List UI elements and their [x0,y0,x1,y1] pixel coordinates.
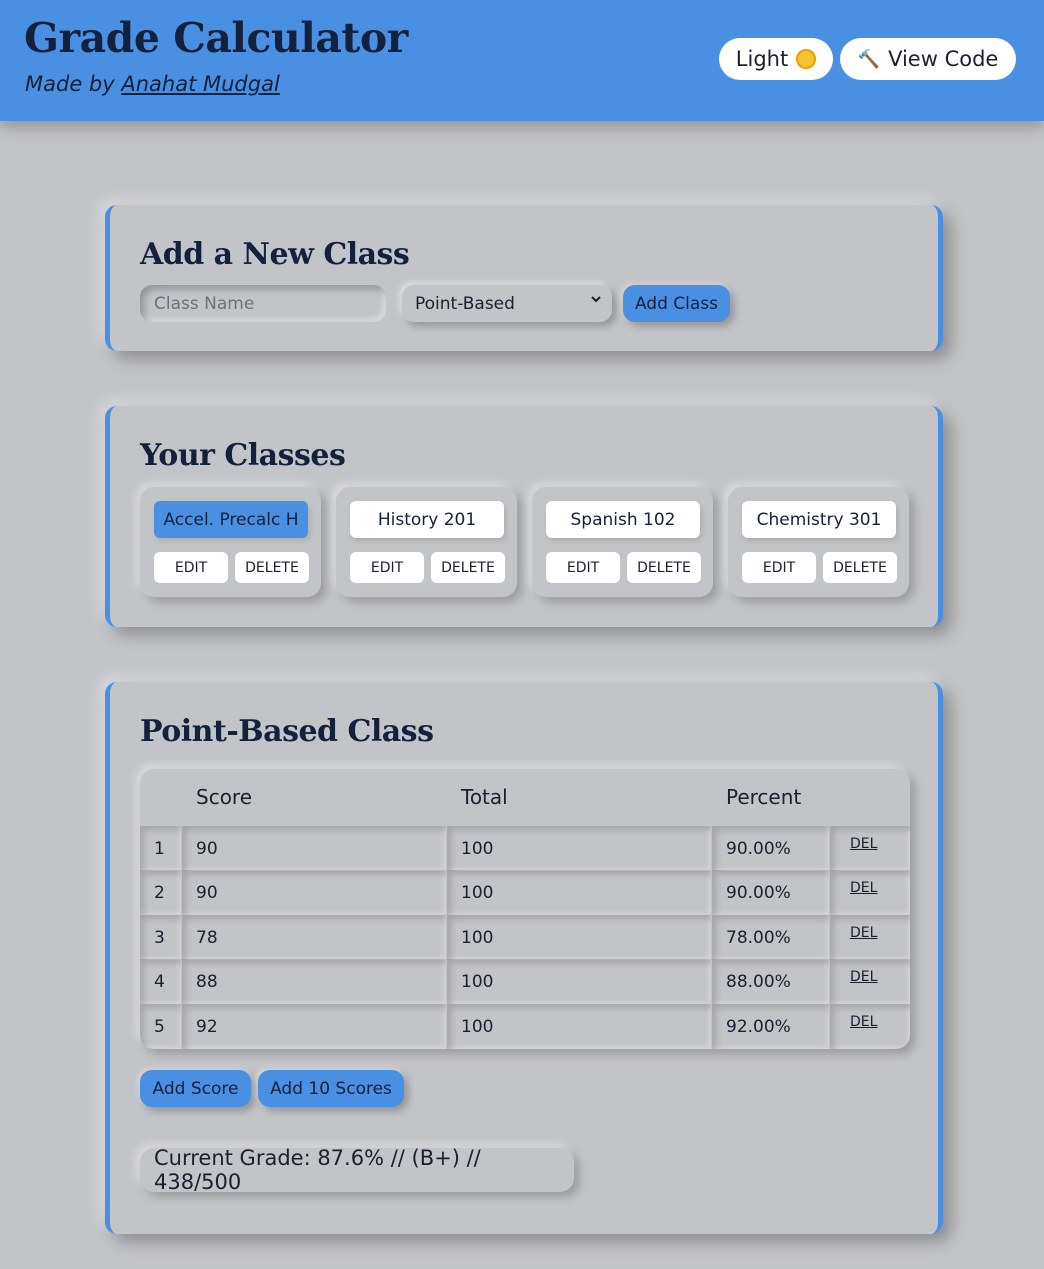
class-tile: History 201 EDIT DELETE [336,487,517,597]
add-ten-scores-button[interactable]: Add 10 Scores [258,1070,404,1107]
edit-class-button[interactable]: EDIT [742,552,816,583]
point-class-card: Point-Based Class Score Total Percent 1 … [105,682,943,1234]
point-class-title: Point-Based Class [140,714,434,749]
score-input[interactable]: 90 [182,826,446,871]
percent-value: 88.00% [712,959,829,1004]
author-link[interactable]: Anahat Mudgal [121,72,279,96]
score-input[interactable]: 88 [182,959,446,1004]
table-row: 3 78 100 78.00% DEL [140,915,910,960]
column-header-total: Total [461,785,508,809]
score-input[interactable]: 78 [182,915,446,960]
delete-class-button[interactable]: DELETE [235,552,309,583]
delete-class-button[interactable]: DELETE [627,552,701,583]
class-name-input[interactable] [140,285,386,322]
class-select-button[interactable]: History 201 [350,501,504,538]
class-tile: Chemistry 301 EDIT DELETE [728,487,909,597]
edit-class-button[interactable]: EDIT [350,552,424,583]
delete-row-link[interactable]: DEL [830,826,910,871]
delete-row-link[interactable]: DEL [830,915,910,960]
add-class-button[interactable]: Add Class [623,285,730,322]
score-input[interactable]: 92 [182,1004,446,1049]
class-tile: Spanish 102 EDIT DELETE [532,487,713,597]
class-select-button[interactable]: Accel. Precalc H [154,501,308,538]
row-index: 5 [140,1004,181,1049]
add-class-title: Add a New Class [140,237,410,272]
byline-prefix: Made by [25,72,115,96]
total-input[interactable]: 100 [447,826,711,871]
row-index: 3 [140,915,181,960]
byline: Made by Anahat Mudgal [25,72,280,96]
row-index: 1 [140,826,181,871]
total-input[interactable]: 100 [447,1004,711,1049]
delete-row-link[interactable]: DEL [830,1004,910,1049]
add-score-button[interactable]: Add Score [140,1070,251,1107]
chevron-down-icon [590,293,602,309]
class-type-value: Point-Based [415,293,515,314]
theme-toggle-button[interactable]: Light [719,38,833,80]
table-row: 1 90 100 90.00% DEL [140,826,910,871]
percent-value: 78.00% [712,915,829,960]
row-index: 2 [140,870,181,915]
view-code-label: View Code [888,47,999,71]
column-header-percent: Percent [726,785,802,809]
class-type-select[interactable]: Point-Based [402,285,612,322]
current-grade: Current Grade: 87.6% // (B+) // 438/500 [140,1146,574,1194]
class-select-button[interactable]: Spanish 102 [546,501,700,538]
table-row: 5 92 100 92.00% DEL [140,1004,910,1049]
edit-class-button[interactable]: EDIT [154,552,228,583]
sun-icon [796,49,817,69]
classes-card: Your Classes Accel. Precalc H EDIT DELET… [105,406,943,627]
delete-class-button[interactable]: DELETE [431,552,505,583]
percent-value: 92.00% [712,1004,829,1049]
total-input[interactable]: 100 [447,959,711,1004]
class-tile: Accel. Precalc H EDIT DELETE [140,487,321,597]
column-header-score: Score [196,785,253,809]
delete-class-button[interactable]: DELETE [823,552,897,583]
app-title: Grade Calculator [24,14,408,62]
app-header: Grade Calculator Made by Anahat Mudgal L… [0,0,1044,121]
row-index: 4 [140,959,181,1004]
scores-table: Score Total Percent 1 90 100 90.00% DEL … [140,769,910,1049]
total-input[interactable]: 100 [447,915,711,960]
add-class-card: Add a New Class Point-Based Add Class [105,205,943,351]
table-row: 4 88 100 88.00% DEL [140,959,910,1004]
percent-value: 90.00% [712,870,829,915]
delete-row-link[interactable]: DEL [830,959,910,1004]
total-input[interactable]: 100 [447,870,711,915]
hammer-icon: 🔨 [857,48,881,70]
theme-toggle-label: Light [735,47,789,71]
delete-row-link[interactable]: DEL [830,870,910,915]
edit-class-button[interactable]: EDIT [546,552,620,583]
table-row: 2 90 100 90.00% DEL [140,870,910,915]
percent-value: 90.00% [712,826,829,871]
score-input[interactable]: 90 [182,870,446,915]
view-code-button[interactable]: 🔨 View Code [840,38,1016,80]
class-select-button[interactable]: Chemistry 301 [742,501,896,538]
classes-title: Your Classes [140,438,346,473]
